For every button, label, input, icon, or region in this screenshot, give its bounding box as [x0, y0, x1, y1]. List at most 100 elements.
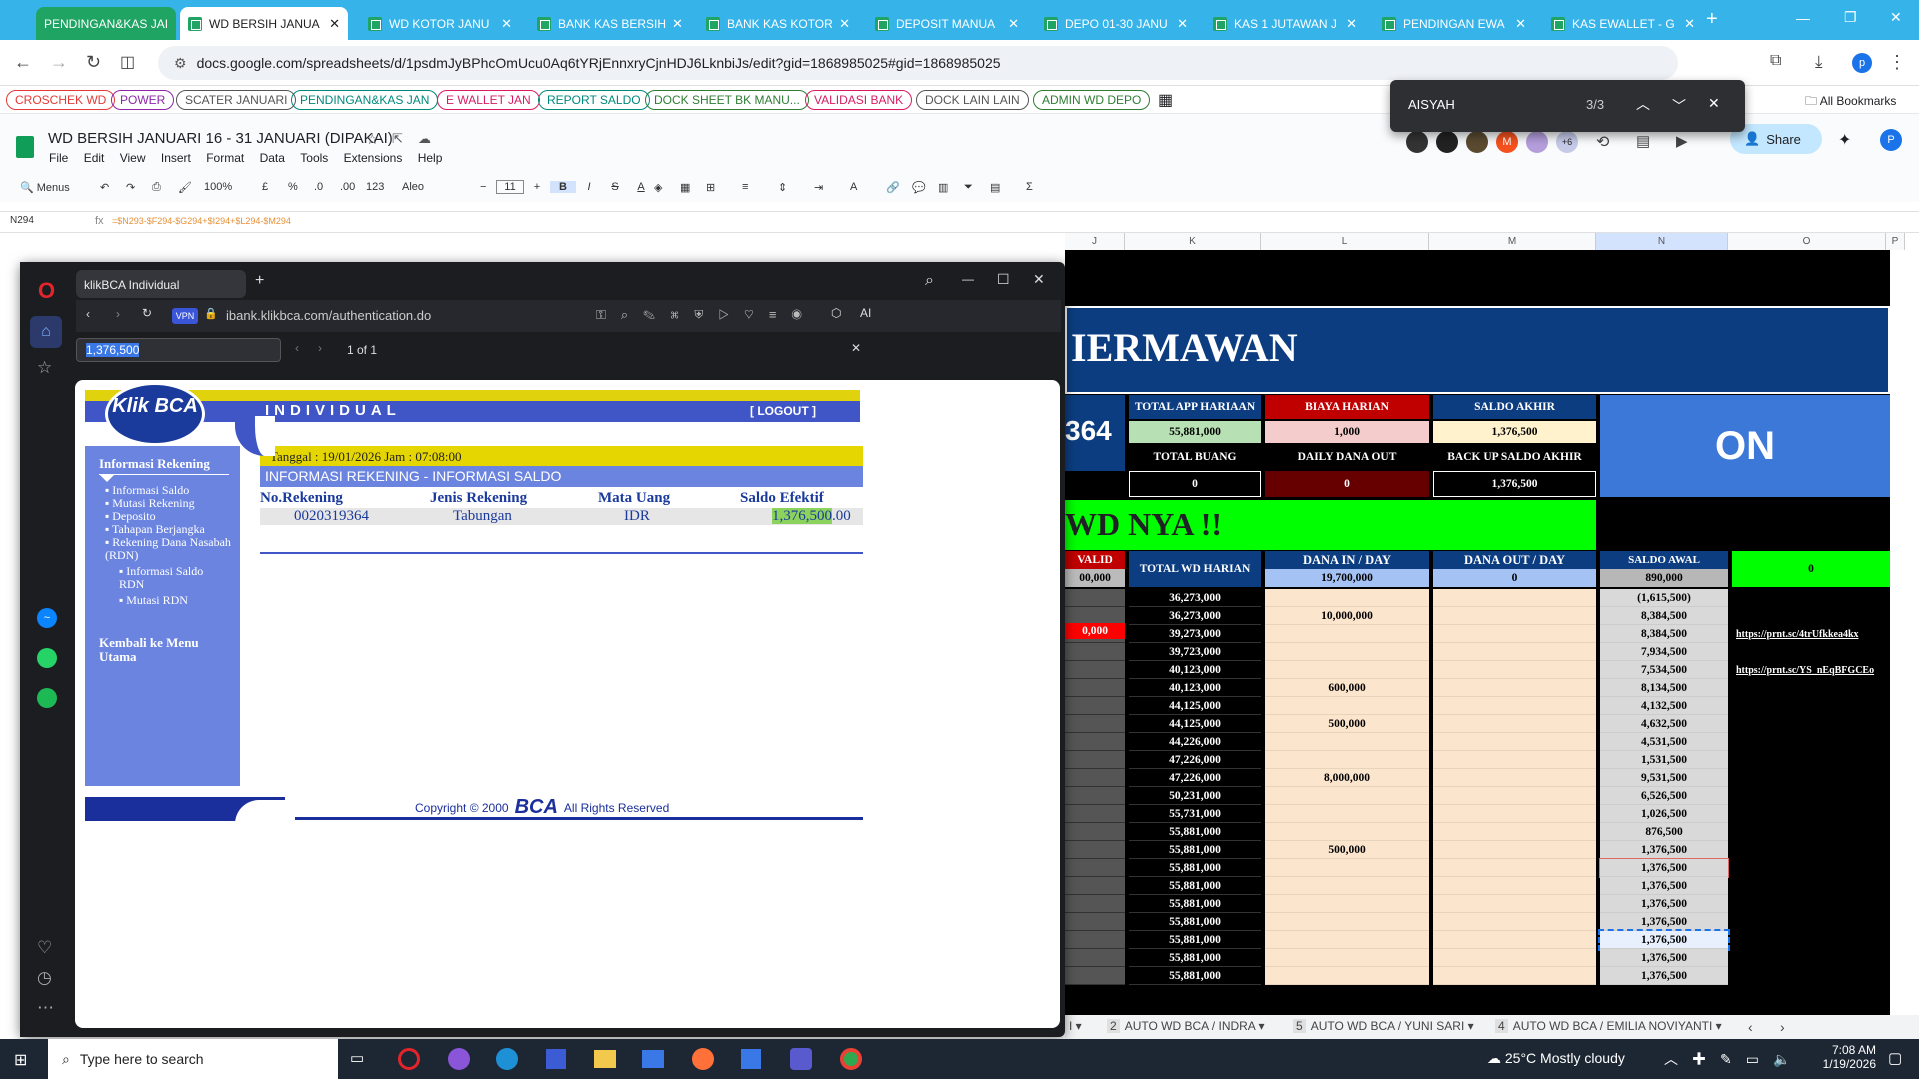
- row-dana-in[interactable]: 500,000: [1265, 841, 1429, 859]
- logout-link[interactable]: [ LOGOUT ]: [750, 404, 816, 418]
- profile-avatar[interactable]: p: [1852, 53, 1872, 73]
- explorer-icon[interactable]: [594, 1050, 616, 1068]
- functions-icon[interactable]: Σ: [1026, 181, 1052, 193]
- all-bookmarks[interactable]: 🗀 All Bookmarks: [1805, 92, 1896, 113]
- find-input[interactable]: AISYAH: [1408, 97, 1455, 112]
- row-dana-out[interactable]: [1433, 589, 1596, 607]
- row-saldo-awal[interactable]: 8,384,500: [1600, 625, 1728, 643]
- edge-icon[interactable]: [496, 1048, 518, 1070]
- opera-tab-klikbca[interactable]: klikBCA Individual: [76, 270, 246, 298]
- sheet-tab-indra[interactable]: 2 AUTO WD BCA / INDRA ▾: [1107, 1019, 1265, 1033]
- close-icon[interactable]: ✕: [1678, 16, 1695, 32]
- forward-icon[interactable]: ›: [116, 307, 120, 321]
- row-dana-out[interactable]: [1433, 625, 1596, 643]
- wrap-icon[interactable]: ⇥: [814, 181, 850, 194]
- new-tab-icon[interactable]: +: [255, 272, 264, 290]
- row-total-wd[interactable]: 55,881,000: [1129, 967, 1261, 985]
- row-saldo-awal[interactable]: 4,531,500: [1600, 733, 1728, 751]
- row-left-cell[interactable]: [1065, 661, 1125, 679]
- row-total-wd[interactable]: 55,731,000: [1129, 805, 1261, 823]
- row-dana-out[interactable]: [1433, 805, 1596, 823]
- header-total-wd[interactable]: TOTAL WD HARIAN: [1129, 551, 1261, 587]
- menu-title[interactable]: Informasi Rekening: [99, 456, 210, 472]
- row-saldo-awal[interactable]: 8,134,500: [1600, 679, 1728, 697]
- reload-icon[interactable]: ↻: [86, 52, 101, 73]
- tab-bank-kas-bersih[interactable]: BANK KAS BERSIH ✕: [529, 7, 689, 40]
- font-size-decrease[interactable]: −: [480, 181, 496, 193]
- header-valid[interactable]: VALID: [1065, 551, 1125, 569]
- bookmark-pendingan[interactable]: PENDINGAN&KAS JAN: [291, 90, 439, 110]
- klikbca-logo[interactable]: Klik BCA: [105, 382, 205, 446]
- text-color-button[interactable]: A: [628, 181, 654, 193]
- font-select[interactable]: Aleo: [402, 181, 480, 193]
- bold-button[interactable]: B: [550, 181, 576, 193]
- row-dana-out[interactable]: [1433, 733, 1596, 751]
- doc-title[interactable]: WD BERSIH JANUARI 16 - 31 JANUARI (DIPAK…: [48, 130, 393, 147]
- row-dana-out[interactable]: [1433, 787, 1596, 805]
- borders-icon[interactable]: ▦: [680, 181, 706, 194]
- back-icon[interactable]: ‹: [86, 307, 90, 321]
- column-header[interactable]: O: [1728, 233, 1886, 250]
- value-saldo-awal[interactable]: 890,000: [1600, 569, 1728, 587]
- find-next-icon[interactable]: ›: [318, 341, 322, 355]
- row-saldo-awal[interactable]: 9,531,500: [1600, 769, 1728, 787]
- tab-wd-bersih[interactable]: WD BERSIH JANUA ✕: [180, 7, 348, 40]
- search-icon[interactable]: ⌕: [925, 272, 934, 290]
- ai-icon[interactable]: AI: [860, 306, 871, 320]
- row-dana-out[interactable]: [1433, 859, 1596, 877]
- close-window-icon[interactable]: ✕: [1890, 9, 1902, 26]
- menu-data[interactable]: Data: [260, 151, 285, 165]
- collaborator-avatar[interactable]: [1436, 131, 1458, 153]
- row-dana-out[interactable]: [1433, 661, 1596, 679]
- row-dana-in[interactable]: [1265, 805, 1429, 823]
- row-dana-in[interactable]: [1265, 859, 1429, 877]
- messenger-icon[interactable]: ~: [37, 608, 57, 628]
- value-dana-in[interactable]: 19,700,000: [1265, 569, 1429, 587]
- row-saldo-awal[interactable]: 1,376,500: [1599, 858, 1729, 878]
- clock[interactable]: 7:08 AM 1/19/2026: [1820, 1043, 1876, 1071]
- chrome-icon[interactable]: [840, 1048, 862, 1070]
- row-total-wd[interactable]: 40,123,000: [1129, 661, 1261, 679]
- comment-icon[interactable]: ▤: [1636, 132, 1650, 150]
- sheet-tab-yuni[interactable]: 5 AUTO WD BCA / YUNI SARI ▾: [1293, 1019, 1474, 1033]
- download-icon[interactable]: ⤓: [1815, 52, 1823, 72]
- row-link[interactable]: [1732, 733, 1890, 751]
- row-total-wd[interactable]: 55,881,000: [1129, 913, 1261, 931]
- apps-grid-icon[interactable]: ▦: [1158, 90, 1173, 110]
- find-prev-icon[interactable]: ‹: [295, 341, 299, 355]
- whatsapp-icon[interactable]: [37, 648, 57, 668]
- header-total-buang[interactable]: TOTAL BUANG: [1129, 445, 1261, 469]
- task-view-icon[interactable]: ▭: [350, 1049, 364, 1067]
- menu-edit[interactable]: Edit: [84, 151, 105, 165]
- row-link[interactable]: [1732, 787, 1890, 805]
- row-total-wd[interactable]: 55,881,000: [1129, 949, 1261, 967]
- extensions-icon[interactable]: ⧉: [1770, 52, 1781, 70]
- row-dana-in[interactable]: [1265, 823, 1429, 841]
- find-prev-icon[interactable]: ︿: [1636, 94, 1650, 114]
- row-total-wd[interactable]: 39,273,000: [1129, 625, 1261, 643]
- restore-icon[interactable]: ❐: [1844, 9, 1857, 26]
- opera-toolbar-icons[interactable]: ⚿⌕✎⌘⛨▷♡≡◉: [596, 307, 817, 323]
- font-size-increase[interactable]: +: [524, 181, 550, 193]
- row-dana-in[interactable]: [1265, 895, 1429, 913]
- row-saldo-awal[interactable]: 4,132,500: [1600, 697, 1728, 715]
- column-header[interactable]: L: [1261, 233, 1429, 250]
- status-on[interactable]: ON: [1600, 395, 1890, 497]
- row-left-cell[interactable]: [1065, 859, 1125, 877]
- menu-item-mutasi-rdn[interactable]: ▪ Mutasi RDN: [105, 594, 237, 607]
- menu-item-rdn[interactable]: ▪ Rekening Dana Nasabah (RDN): [105, 536, 237, 562]
- row-link[interactable]: [1732, 589, 1890, 607]
- row-total-wd[interactable]: 39,723,000: [1129, 643, 1261, 661]
- row-dana-in[interactable]: [1265, 661, 1429, 679]
- tray-icons[interactable]: ︿✚✎▭🔈: [1664, 1049, 1804, 1069]
- row-dana-out[interactable]: [1433, 679, 1596, 697]
- font-size-input[interactable]: 11: [496, 180, 524, 194]
- firefox-icon[interactable]: [692, 1048, 714, 1070]
- undo-icon[interactable]: ↶: [100, 181, 126, 194]
- row-dana-out[interactable]: [1433, 715, 1596, 733]
- account-avatar[interactable]: P: [1880, 129, 1902, 151]
- row-saldo-awal[interactable]: 6,526,500: [1600, 787, 1728, 805]
- row-dana-in[interactable]: 8,000,000: [1265, 769, 1429, 787]
- row-dana-in[interactable]: [1265, 697, 1429, 715]
- row-left-cell[interactable]: [1065, 697, 1125, 715]
